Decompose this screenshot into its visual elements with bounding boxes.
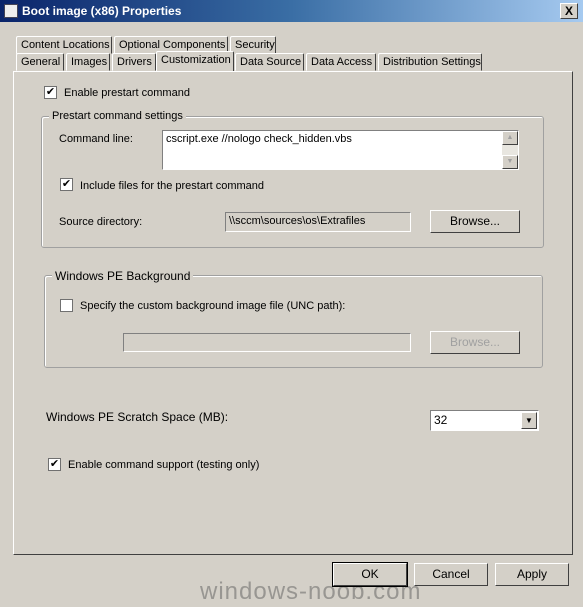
tab-general[interactable]: General (16, 53, 64, 71)
title-bar: Boot image (x86) Properties (0, 0, 583, 22)
scroll-down-icon[interactable]: ▼ (502, 155, 518, 169)
background-path-field (123, 333, 411, 352)
window-title: Boot image (x86) Properties (22, 4, 182, 18)
enable-prestart-label: Enable prestart command (64, 87, 190, 99)
scratch-space-label: Windows PE Scratch Space (MB): (46, 410, 229, 424)
chevron-down-icon[interactable]: ▼ (521, 412, 537, 429)
tab-distribution-settings[interactable]: Distribution Settings (378, 53, 482, 71)
enable-prestart-checkbox[interactable]: ✔ (44, 86, 57, 99)
background-browse-button: Browse... (430, 331, 520, 354)
close-button[interactable]: X (560, 3, 578, 19)
source-directory-label: Source directory: (59, 216, 143, 228)
prestart-group-title: Prestart command settings (49, 110, 186, 122)
tab-drivers[interactable]: Drivers (112, 53, 156, 71)
source-browse-button[interactable]: Browse... (430, 210, 520, 233)
tab-content-locations[interactable]: Content Locations (16, 36, 112, 54)
scratch-space-value: 32 (434, 413, 448, 427)
source-directory-field: \\sccm\sources\os\Extrafiles (225, 212, 411, 232)
specify-background-label: Specify the custom background image file… (80, 300, 346, 312)
command-line-input[interactable]: cscript.exe //nologo check_hidden.vbs (162, 130, 519, 170)
command-support-checkbox[interactable]: ✔ (48, 458, 61, 471)
ok-button[interactable]: OK (332, 562, 408, 587)
apply-button[interactable]: Apply (495, 563, 569, 586)
tab-data-access[interactable]: Data Access (306, 53, 376, 71)
pe-background-title: Windows PE Background (52, 269, 194, 283)
include-files-label: Include files for the prestart command (80, 180, 265, 192)
tab-data-source[interactable]: Data Source (235, 53, 304, 71)
pe-background-group (44, 275, 543, 368)
command-support-label: Enable command support (testing only) (68, 459, 260, 471)
tab-images[interactable]: Images (66, 53, 110, 71)
tab-customization[interactable]: Customization (156, 51, 234, 71)
include-files-checkbox[interactable]: ✔ (60, 178, 73, 191)
scroll-up-icon[interactable]: ▲ (502, 131, 518, 145)
specify-background-checkbox[interactable] (60, 299, 73, 312)
command-line-label: Command line: (59, 133, 133, 145)
command-scrollbar[interactable]: ▲ ▼ (502, 131, 518, 169)
tab-security[interactable]: Security (230, 36, 276, 54)
window-icon (4, 4, 18, 18)
cancel-button[interactable]: Cancel (414, 563, 488, 586)
